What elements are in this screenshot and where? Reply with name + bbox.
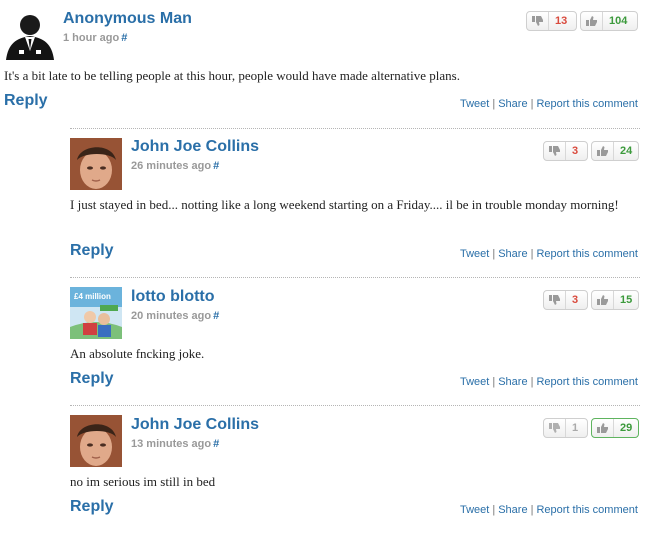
dislike-count: 1 (572, 422, 579, 434)
permalink[interactable]: # (213, 438, 219, 450)
like-button[interactable]: 29 (591, 418, 639, 438)
author-name[interactable]: John Joe Collins (131, 416, 259, 434)
vote-buttons: 1 29 (543, 418, 639, 438)
avatar[interactable] (70, 415, 122, 467)
timestamp: 13 minutes ago # (131, 438, 220, 450)
reply-button[interactable]: Reply (70, 498, 114, 516)
comment-body: no im serious im still in bed (70, 474, 216, 489)
like-count: 29 (620, 422, 633, 434)
comment: John Joe Collins 13 minutes ago # 1 29 no… (0, 0, 650, 543)
thumbs-up-icon (597, 423, 608, 433)
vote-divider (613, 419, 614, 437)
vote-divider (565, 419, 566, 437)
separator: | (530, 504, 534, 516)
share-link[interactable]: Share (498, 504, 527, 516)
face-photo (70, 415, 122, 467)
separator: | (492, 504, 496, 516)
dislike-button[interactable]: 1 (543, 418, 588, 438)
report-link[interactable]: Report this comment (536, 504, 637, 516)
tweet-link[interactable]: Tweet (460, 504, 489, 516)
thumbs-down-icon (549, 423, 560, 433)
comment-actions: Tweet | Share | Report this comment (460, 504, 638, 516)
